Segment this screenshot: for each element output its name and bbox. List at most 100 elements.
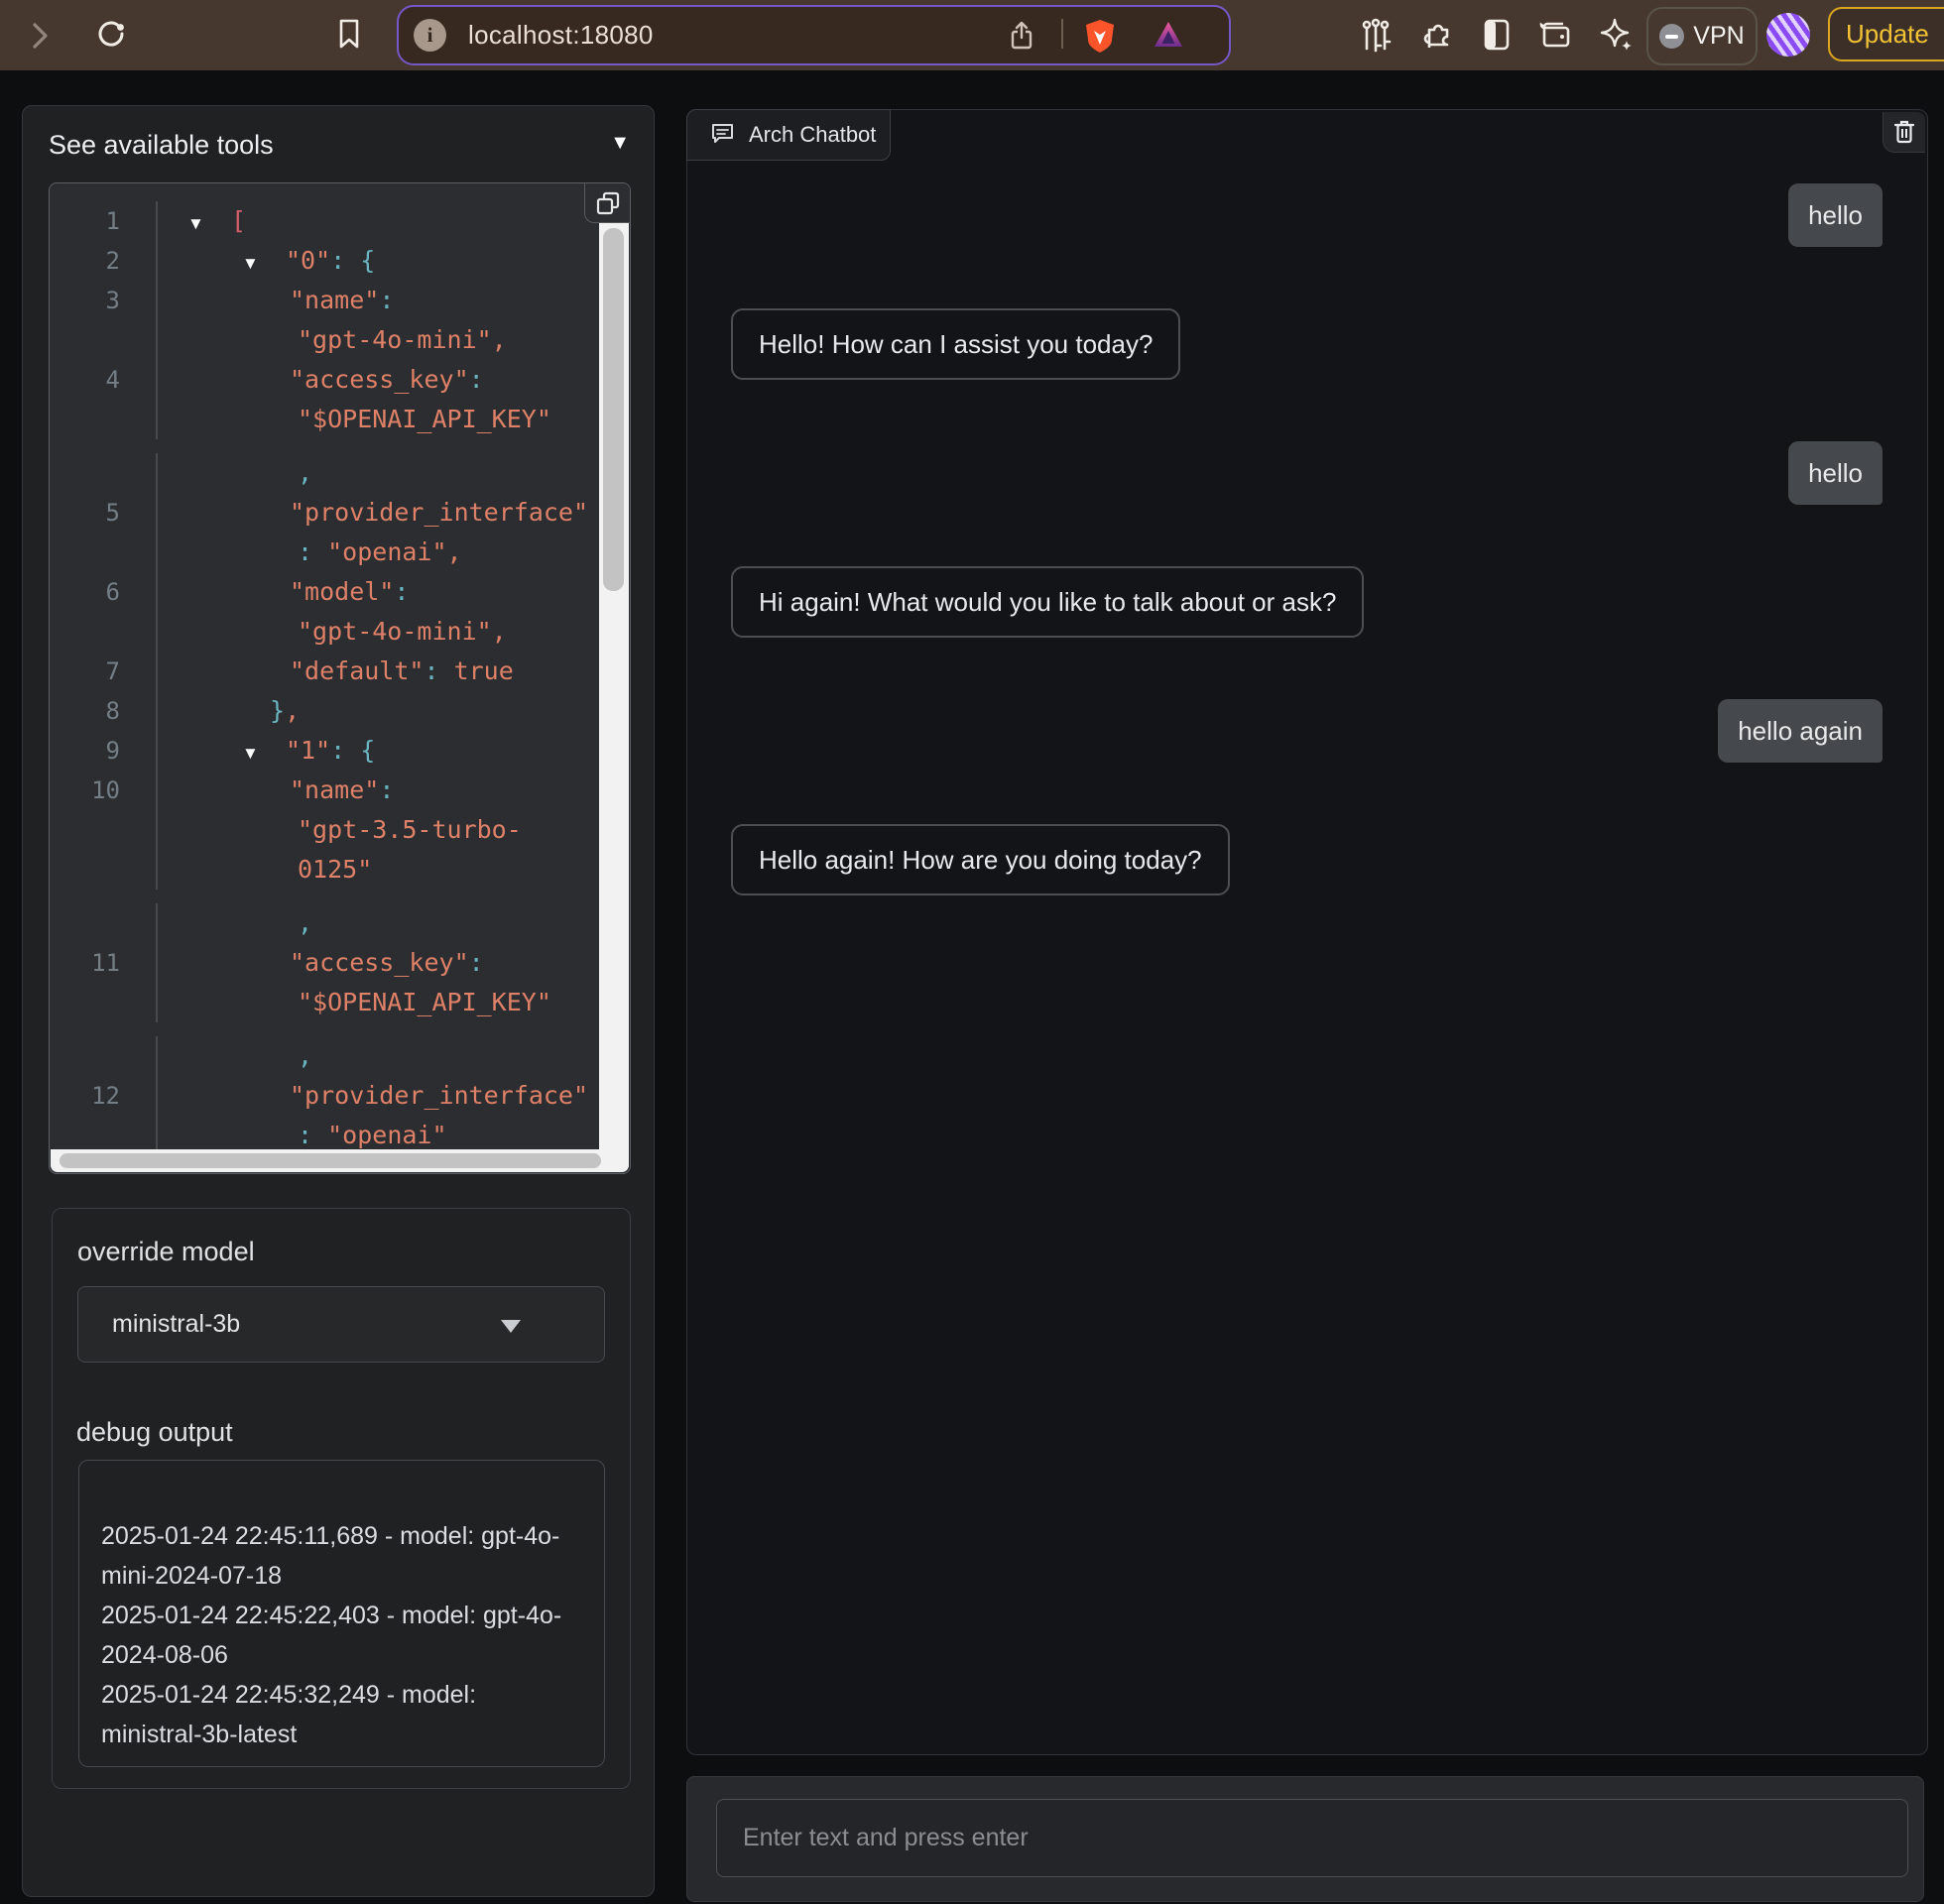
code-token: : <box>394 577 409 606</box>
vertical-scrollbar[interactable] <box>599 223 629 1152</box>
chat-bubble-icon <box>709 122 736 148</box>
code-token: , <box>492 325 507 354</box>
code-line-content: : "openai", <box>156 533 630 572</box>
collapse-triangle-icon[interactable]: ▼ <box>242 244 268 284</box>
json-code-row: 4"access_key": <box>50 360 630 400</box>
debug-log-entry: 2025-01-24 22:45:11,689 - model: gpt-4o-… <box>101 1516 580 1596</box>
leo-ai-sparkle-icon[interactable] <box>1599 17 1635 53</box>
code-token: , <box>298 1041 312 1070</box>
user-message-row: hello <box>731 183 1883 247</box>
code-token: , <box>447 537 462 566</box>
code-line-content: "access_key": <box>156 943 630 983</box>
copy-json-button[interactable] <box>584 183 630 223</box>
reload-icon[interactable] <box>95 19 127 51</box>
wallet-icon[interactable] <box>1539 18 1573 52</box>
json-code-row: 11"access_key": <box>50 943 630 983</box>
json-code-row: 1▼[ <box>50 201 630 241</box>
user-message-row: hello again <box>731 699 1883 763</box>
tab-arch-chatbot[interactable]: Arch Chatbot <box>686 109 891 161</box>
code-token: "gpt-4o-mini" <box>298 325 492 354</box>
keys-icon[interactable] <box>1359 18 1393 54</box>
line-number: 9 <box>50 731 156 771</box>
horizontal-scrollbar-thumb[interactable] <box>60 1153 601 1168</box>
bookmark-icon[interactable] <box>337 18 361 50</box>
url-text[interactable]: localhost:18080 <box>468 20 654 51</box>
collapse-panel-icon[interactable]: ▼ <box>610 132 630 155</box>
brave-shields-icon[interactable] <box>1083 18 1117 56</box>
code-line-content: "default": true <box>156 652 630 691</box>
profile-avatar[interactable] <box>1766 13 1810 57</box>
collapse-triangle-icon[interactable]: ▼ <box>242 734 268 774</box>
bat-rewards-icon[interactable] <box>1153 20 1184 49</box>
line-number: 7 <box>50 652 156 691</box>
debug-output-log: 2025-01-24 22:45:11,689 - model: gpt-4o-… <box>78 1460 605 1767</box>
json-code-row: 12"provider_interface" <box>50 1076 630 1116</box>
line-number <box>50 903 156 943</box>
user-message-bubble: hello again <box>1718 699 1883 763</box>
code-token: , <box>285 696 300 725</box>
collapse-triangle-icon[interactable]: ▼ <box>187 204 213 244</box>
json-code-row: 9▼"1": { <box>50 731 630 771</box>
bot-message-row: Hello again! How are you doing today? <box>731 824 1883 895</box>
extensions-puzzle-icon[interactable] <box>1421 18 1455 52</box>
tools-panel: See available tools ▼ 1▼[2▼"0": {3"name"… <box>22 105 655 1897</box>
json-code-row: : "openai", <box>50 533 630 572</box>
line-number: 3 <box>50 281 156 320</box>
address-bar[interactable]: i localhost:18080 <box>397 5 1231 65</box>
code-line-content: ▼[ <box>156 201 630 241</box>
code-line-content: "$OPENAI_API_KEY" <box>156 983 630 1022</box>
json-code-row: "$OPENAI_API_KEY" <box>50 983 630 1022</box>
code-token: true <box>454 656 514 685</box>
site-info-icon[interactable]: i <box>414 19 446 52</box>
line-number <box>50 1036 156 1076</box>
bot-message-bubble: Hi again! What would you like to talk ab… <box>731 566 1364 638</box>
json-code-row: "gpt-4o-mini", <box>50 320 630 360</box>
json-tree-viewer: 1▼[2▼"0": {3"name":"gpt-4o-mini",4"acces… <box>49 182 631 1174</box>
tools-panel-title[interactable]: See available tools <box>49 130 274 161</box>
code-token: : <box>469 365 484 394</box>
share-icon[interactable] <box>1006 20 1037 52</box>
user-message-row: hello <box>731 441 1883 505</box>
code-token: : <box>330 246 360 275</box>
message-list: helloHello! How can I assist you today?h… <box>687 161 1927 1754</box>
line-number: 2 <box>50 241 156 281</box>
sidebar-icon[interactable] <box>1482 18 1512 52</box>
debug-log-entry: 2025-01-24 22:45:22,403 - model: gpt-4o-… <box>101 1596 580 1675</box>
json-code-rows: 1▼[2▼"0": {3"name":"gpt-4o-mini",4"acces… <box>50 183 630 1155</box>
line-number: 12 <box>50 1076 156 1116</box>
model-select[interactable]: ministral-3b <box>77 1286 605 1363</box>
code-token: : <box>469 948 484 977</box>
line-number <box>50 850 156 890</box>
forward-icon[interactable] <box>32 22 50 50</box>
update-button[interactable]: Update <box>1828 7 1944 61</box>
code-token: "access_key" <box>290 365 469 394</box>
clear-chat-button[interactable] <box>1883 112 1925 153</box>
horizontal-scrollbar[interactable] <box>51 1149 629 1172</box>
json-code-row: 3"name": <box>50 281 630 320</box>
json-code-row: 7"default": true <box>50 652 630 691</box>
override-model-label: override model <box>77 1237 255 1267</box>
vpn-status-icon <box>1659 24 1684 49</box>
code-token: } <box>270 696 285 725</box>
code-token: "$OPENAI_API_KEY" <box>298 988 551 1016</box>
code-line-content: ▼"0": { <box>156 241 630 281</box>
copy-icon <box>595 190 621 216</box>
code-token: "1" <box>286 736 330 765</box>
code-token: , <box>492 617 507 646</box>
code-token: "0" <box>286 246 330 275</box>
code-line-content: , <box>156 1036 630 1076</box>
user-message-bubble: hello <box>1788 183 1883 247</box>
code-line-content: "name": <box>156 771 630 810</box>
user-message-bubble: hello <box>1788 441 1883 505</box>
vpn-button[interactable]: VPN <box>1646 7 1758 65</box>
json-code-row: 10"name": <box>50 771 630 810</box>
chat-input[interactable] <box>716 1799 1908 1877</box>
code-line-content: ▼"1": { <box>156 731 630 771</box>
json-code-row: "gpt-4o-mini", <box>50 612 630 652</box>
code-token: "$OPENAI_API_KEY" <box>298 405 551 433</box>
json-code-row: , <box>50 903 630 943</box>
vertical-scrollbar-thumb[interactable] <box>603 228 624 591</box>
line-number <box>50 400 156 439</box>
json-code-row: , <box>50 1036 630 1076</box>
chat-input-card <box>686 1776 1924 1902</box>
